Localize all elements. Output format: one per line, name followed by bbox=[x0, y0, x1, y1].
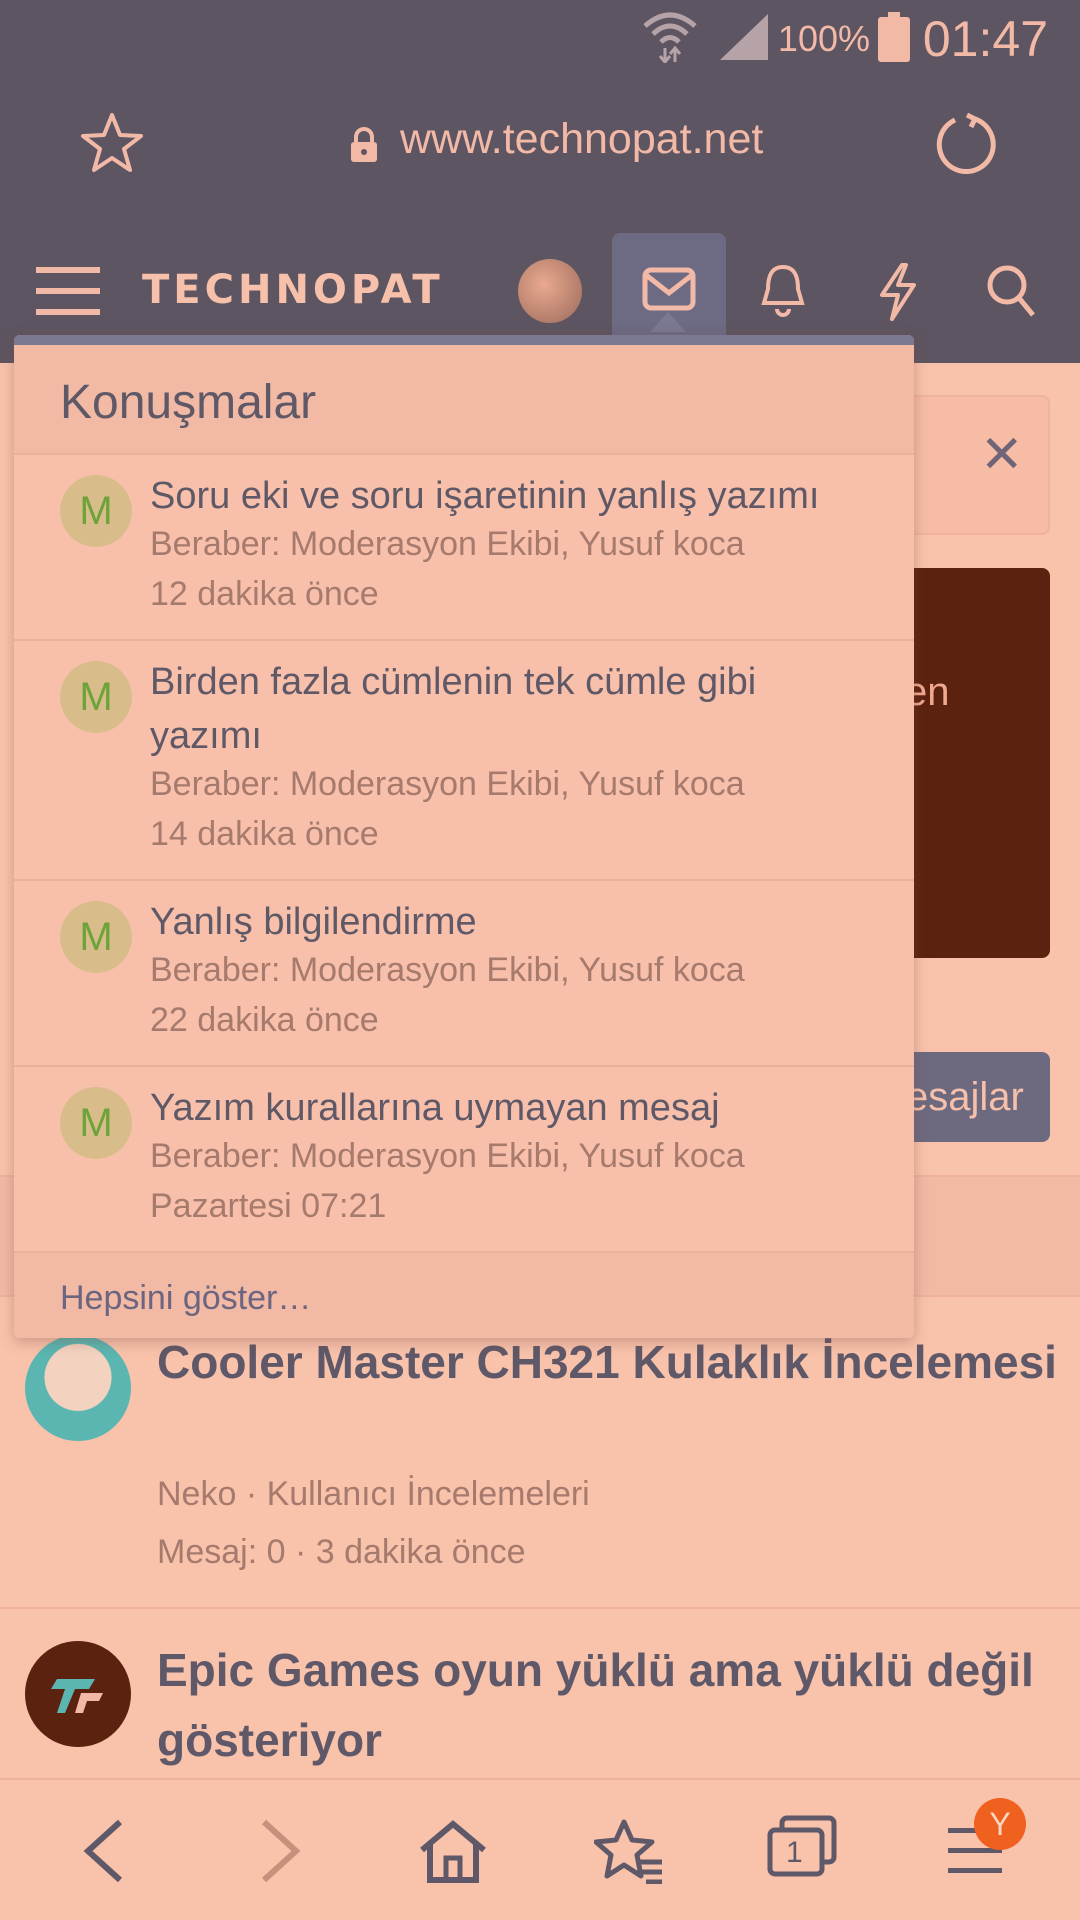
home-icon[interactable] bbox=[418, 1818, 488, 1884]
notice-card bbox=[900, 395, 1050, 535]
site-logo[interactable]: TECHNOPAT bbox=[142, 267, 444, 313]
browser-address-bar: www.technopat.net bbox=[0, 75, 1080, 225]
url-field[interactable]: www.technopat.net bbox=[400, 115, 763, 164]
popup-accent-bar bbox=[14, 335, 914, 345]
battery-percent: 100% bbox=[777, 18, 870, 59]
bookmarks-icon[interactable] bbox=[594, 1818, 664, 1884]
reload-icon[interactable] bbox=[935, 111, 999, 175]
conversation-title[interactable]: Yazım kurallarına uymayan mesaj bbox=[150, 1081, 870, 1135]
messages-button[interactable]: esajlar bbox=[900, 1052, 1050, 1142]
conversation-time: 12 dakika önce bbox=[150, 575, 379, 613]
conversation-item[interactable]: M Yanlış bilgilendirme Beraber: Moderasy… bbox=[14, 881, 914, 1067]
conversation-time: 22 dakika önce bbox=[150, 1001, 379, 1039]
hamburger-icon[interactable] bbox=[36, 263, 100, 319]
conversation-time: Pazartesi 07:21 bbox=[150, 1187, 387, 1225]
forward-icon[interactable] bbox=[258, 1818, 302, 1884]
avatar[interactable]: M bbox=[60, 661, 132, 733]
bell-icon[interactable] bbox=[758, 263, 808, 319]
avatar[interactable]: M bbox=[60, 475, 132, 547]
avatar[interactable]: M bbox=[60, 1087, 132, 1159]
back-icon[interactable] bbox=[82, 1818, 126, 1884]
conversation-participants: Beraber: Moderasyon Ekibi, Yusuf koca bbox=[150, 1137, 745, 1175]
thread-item[interactable]: Epic Games oyun yüklü ama yüklü değil gö… bbox=[0, 1611, 1080, 1781]
tabs-button[interactable]: 1 bbox=[766, 1814, 838, 1880]
thread-meta: Neko · Kullanıcı İncelemeleri bbox=[157, 1475, 590, 1513]
conversation-participants: Beraber: Moderasyon Ekibi, Yusuf koca bbox=[150, 525, 745, 563]
envelope-icon bbox=[642, 267, 696, 311]
popup-title: Konuşmalar bbox=[60, 376, 317, 429]
signal-icon bbox=[720, 14, 768, 60]
user-avatar[interactable] bbox=[518, 259, 582, 323]
clock: 01:47 bbox=[922, 11, 1048, 67]
popup-header: Konuşmalar bbox=[14, 345, 914, 455]
star-icon[interactable] bbox=[80, 111, 144, 175]
browser-bottom-bar: 1 bbox=[0, 1778, 1080, 1920]
conversation-participants: Beraber: Moderasyon Ekibi, Yusuf koca bbox=[150, 951, 745, 989]
thread-title[interactable]: Epic Games oyun yüklü ama yüklü değil gö… bbox=[157, 1635, 1057, 1775]
conversation-item[interactable]: M Soru eki ve soru işaretinin yanlış yaz… bbox=[14, 455, 914, 641]
thread-meta: Mesaj: 0 · 3 dakika önce bbox=[157, 1533, 526, 1571]
avatar[interactable]: M bbox=[60, 901, 132, 973]
conversation-title[interactable]: Yanlış bilgilendirme bbox=[150, 895, 870, 949]
avatar[interactable] bbox=[25, 1335, 131, 1441]
show-all-link[interactable]: Hepsini göster… bbox=[60, 1279, 311, 1318]
conversation-title[interactable]: Birden fazla cümlenin tek cümle gibi yaz… bbox=[150, 655, 810, 763]
bolt-icon[interactable] bbox=[876, 263, 920, 321]
search-icon[interactable] bbox=[985, 263, 1037, 319]
popup-caret bbox=[650, 312, 686, 332]
menu-badge: Y bbox=[974, 1798, 1026, 1850]
battery-icon bbox=[878, 12, 910, 62]
conversation-participants: Beraber: Moderasyon Ekibi, Yusuf koca bbox=[150, 765, 745, 803]
conversation-item[interactable]: M Yazım kurallarına uymayan mesaj Berabe… bbox=[14, 1067, 914, 1253]
lock-icon bbox=[351, 127, 377, 162]
thread-item[interactable]: Cooler Master CH321 Kulaklık İncelemesi … bbox=[0, 1297, 1080, 1609]
conversation-time: 14 dakika önce bbox=[150, 815, 379, 853]
status-bar: 100% 01:47 bbox=[0, 0, 1080, 75]
avatar[interactable] bbox=[25, 1641, 131, 1747]
tf-logo-icon bbox=[51, 1679, 103, 1713]
promo-card bbox=[900, 568, 1050, 958]
conversation-item[interactable]: M Birden fazla cümlenin tek cümle gibi y… bbox=[14, 641, 914, 881]
popup-footer: Hepsini göster… bbox=[14, 1253, 914, 1338]
conversation-title[interactable]: Soru eki ve soru işaretinin yanlış yazım… bbox=[150, 469, 870, 523]
close-icon[interactable]: ✕ bbox=[980, 425, 1024, 485]
tabs-count: 1 bbox=[786, 1836, 803, 1869]
conversations-popup: Konuşmalar M Soru eki ve soru işaretinin… bbox=[14, 335, 914, 1338]
wifi-icon bbox=[643, 12, 697, 63]
